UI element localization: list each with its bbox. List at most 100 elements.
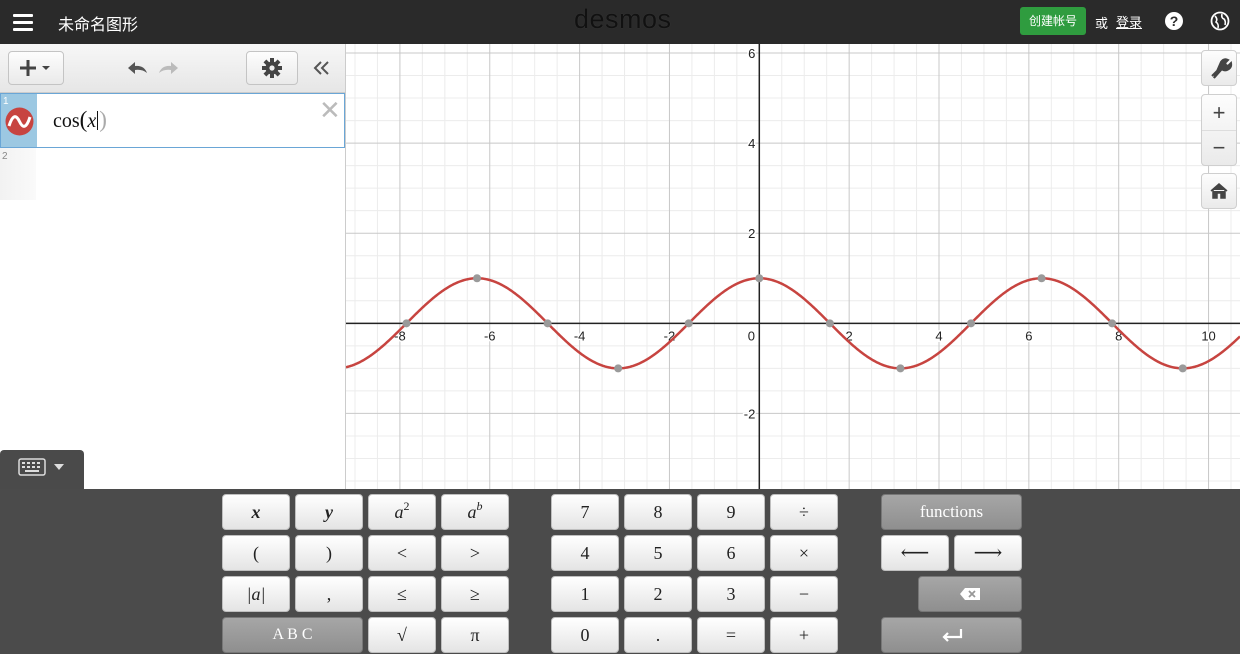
- zoom-controls: + −: [1201, 94, 1237, 166]
- key-abc[interactable]: A B C: [222, 617, 363, 653]
- create-account-button[interactable]: 创建帐号: [1020, 7, 1086, 35]
- functions-button[interactable]: functions: [881, 494, 1022, 530]
- key-pi[interactable]: π: [441, 617, 509, 653]
- home-icon: [1210, 183, 1228, 199]
- major-gridlines: [346, 44, 1240, 490]
- svg-text:?: ?: [1170, 13, 1179, 29]
- key-left-paren[interactable]: (: [222, 535, 290, 571]
- enter-icon: [941, 629, 962, 642]
- x-tick-label: 4: [935, 328, 942, 343]
- axes: [346, 44, 1240, 490]
- y-tick-label: 4: [748, 136, 755, 151]
- key-a-power-b[interactable]: ab: [441, 494, 509, 530]
- keyboard-toggle[interactable]: [0, 450, 84, 490]
- settings-icon: [262, 58, 282, 78]
- key-8[interactable]: 8: [624, 494, 692, 530]
- key-divide[interactable]: ÷: [770, 494, 838, 530]
- key-9[interactable]: 9: [697, 494, 765, 530]
- collapse-icon[interactable]: [310, 56, 334, 80]
- key-right-arrow[interactable]: ⟶: [954, 535, 1022, 571]
- top-bar: 未命名图形 desmos 创建帐号 或 登录 ?: [0, 0, 1240, 44]
- desmos-logo: desmos: [574, 4, 672, 34]
- point-marker: [896, 364, 905, 373]
- key-4[interactable]: 4: [551, 535, 619, 571]
- point-marker: [684, 319, 693, 328]
- point-marker: [1178, 364, 1187, 373]
- expression-item-empty[interactable]: 2: [0, 148, 345, 200]
- point-marker: [1108, 319, 1117, 328]
- key-backspace[interactable]: [918, 576, 1022, 612]
- add-item-button[interactable]: [8, 51, 64, 85]
- delete-expression-button[interactable]: ✕: [319, 97, 341, 123]
- expression-index: 2: [2, 151, 8, 162]
- x-tick-label: -6: [484, 328, 496, 343]
- login-link[interactable]: 登录: [1116, 12, 1142, 31]
- key-a-squared[interactable]: a2: [368, 494, 436, 530]
- graph-paper[interactable]: -8 -6 -4 -2 0 2 4 6 8 10 6 4 2 -2: [345, 44, 1240, 490]
- point-marker: [402, 319, 411, 328]
- key-decimal[interactable]: .: [624, 617, 692, 653]
- key-x[interactable]: x: [222, 494, 290, 530]
- key-plus[interactable]: +: [770, 617, 838, 653]
- key-minus[interactable]: −: [770, 576, 838, 612]
- backspace-icon: [960, 588, 980, 600]
- key-a-power-b-exp: b: [476, 499, 483, 513]
- or-text: 或: [1095, 16, 1109, 31]
- key-a-power-b-base: a: [467, 502, 477, 522]
- globe-icon[interactable]: [1209, 10, 1231, 32]
- point-marker: [473, 274, 482, 283]
- x-tick-label: 10: [1201, 328, 1215, 343]
- key-left-arrow[interactable]: ⟵: [881, 535, 949, 571]
- expression-tab[interactable]: 1: [1, 94, 37, 147]
- redo-icon[interactable]: [156, 56, 182, 80]
- default-zoom-button[interactable]: [1201, 173, 1237, 209]
- math-keypad: x y a2 ab ( ) < > |a| , ≤ ≥ A B C √ π 7 …: [0, 489, 1240, 654]
- zoom-in-button[interactable]: +: [1202, 95, 1236, 131]
- key-2[interactable]: 2: [624, 576, 692, 612]
- graph-visibility-icon[interactable]: [5, 107, 34, 136]
- point-marker: [825, 319, 834, 328]
- y-tick-label: -2: [744, 406, 756, 421]
- key-less-equal[interactable]: ≤: [368, 576, 436, 612]
- point-marker: [614, 364, 623, 373]
- graph-title[interactable]: 未命名图形: [58, 11, 138, 35]
- zoom-out-button[interactable]: −: [1202, 131, 1236, 165]
- y-tick-label: 6: [748, 46, 755, 61]
- key-y[interactable]: y: [295, 494, 363, 530]
- key-1[interactable]: 1: [551, 576, 619, 612]
- expression-input[interactable]: cos(x): [53, 107, 107, 133]
- expression-toolbar: [0, 44, 345, 93]
- key-6[interactable]: 6: [697, 535, 765, 571]
- x-tick-label: 0: [748, 328, 755, 343]
- key-multiply[interactable]: ×: [770, 535, 838, 571]
- key-right-paren[interactable]: ): [295, 535, 363, 571]
- graph-settings-button[interactable]: [1201, 50, 1237, 86]
- point-marker: [543, 319, 552, 328]
- undo-icon[interactable]: [124, 56, 150, 80]
- help-icon[interactable]: ?: [1163, 10, 1185, 32]
- wrench-icon: [1211, 58, 1233, 79]
- key-sqrt[interactable]: √: [368, 617, 436, 653]
- settings-button[interactable]: [246, 51, 298, 85]
- expression-index: 1: [3, 96, 9, 107]
- key-equals[interactable]: =: [697, 617, 765, 653]
- menu-icon[interactable]: [12, 11, 34, 33]
- graph-canvas[interactable]: -8 -6 -4 -2 0 2 4 6 8 10642-2: [345, 44, 1240, 490]
- key-comma[interactable]: ,: [295, 576, 363, 612]
- x-tick-label: -4: [574, 328, 586, 343]
- point-marker: [1037, 274, 1046, 283]
- expression-list: 1 cos(x) ✕ 2: [0, 44, 346, 490]
- key-3[interactable]: 3: [697, 576, 765, 612]
- key-less-than[interactable]: <: [368, 535, 436, 571]
- close-paren: ): [99, 107, 107, 132]
- key-absolute-value[interactable]: |a|: [222, 576, 290, 612]
- key-enter[interactable]: [881, 617, 1022, 653]
- keyboard-icon: [18, 458, 46, 476]
- key-7[interactable]: 7: [551, 494, 619, 530]
- key-greater-than[interactable]: >: [441, 535, 509, 571]
- key-0[interactable]: 0: [551, 617, 619, 653]
- expression-tab[interactable]: 2: [0, 148, 36, 200]
- key-5[interactable]: 5: [624, 535, 692, 571]
- key-greater-equal[interactable]: ≥: [441, 576, 509, 612]
- expression-item[interactable]: 1 cos(x) ✕: [0, 93, 345, 148]
